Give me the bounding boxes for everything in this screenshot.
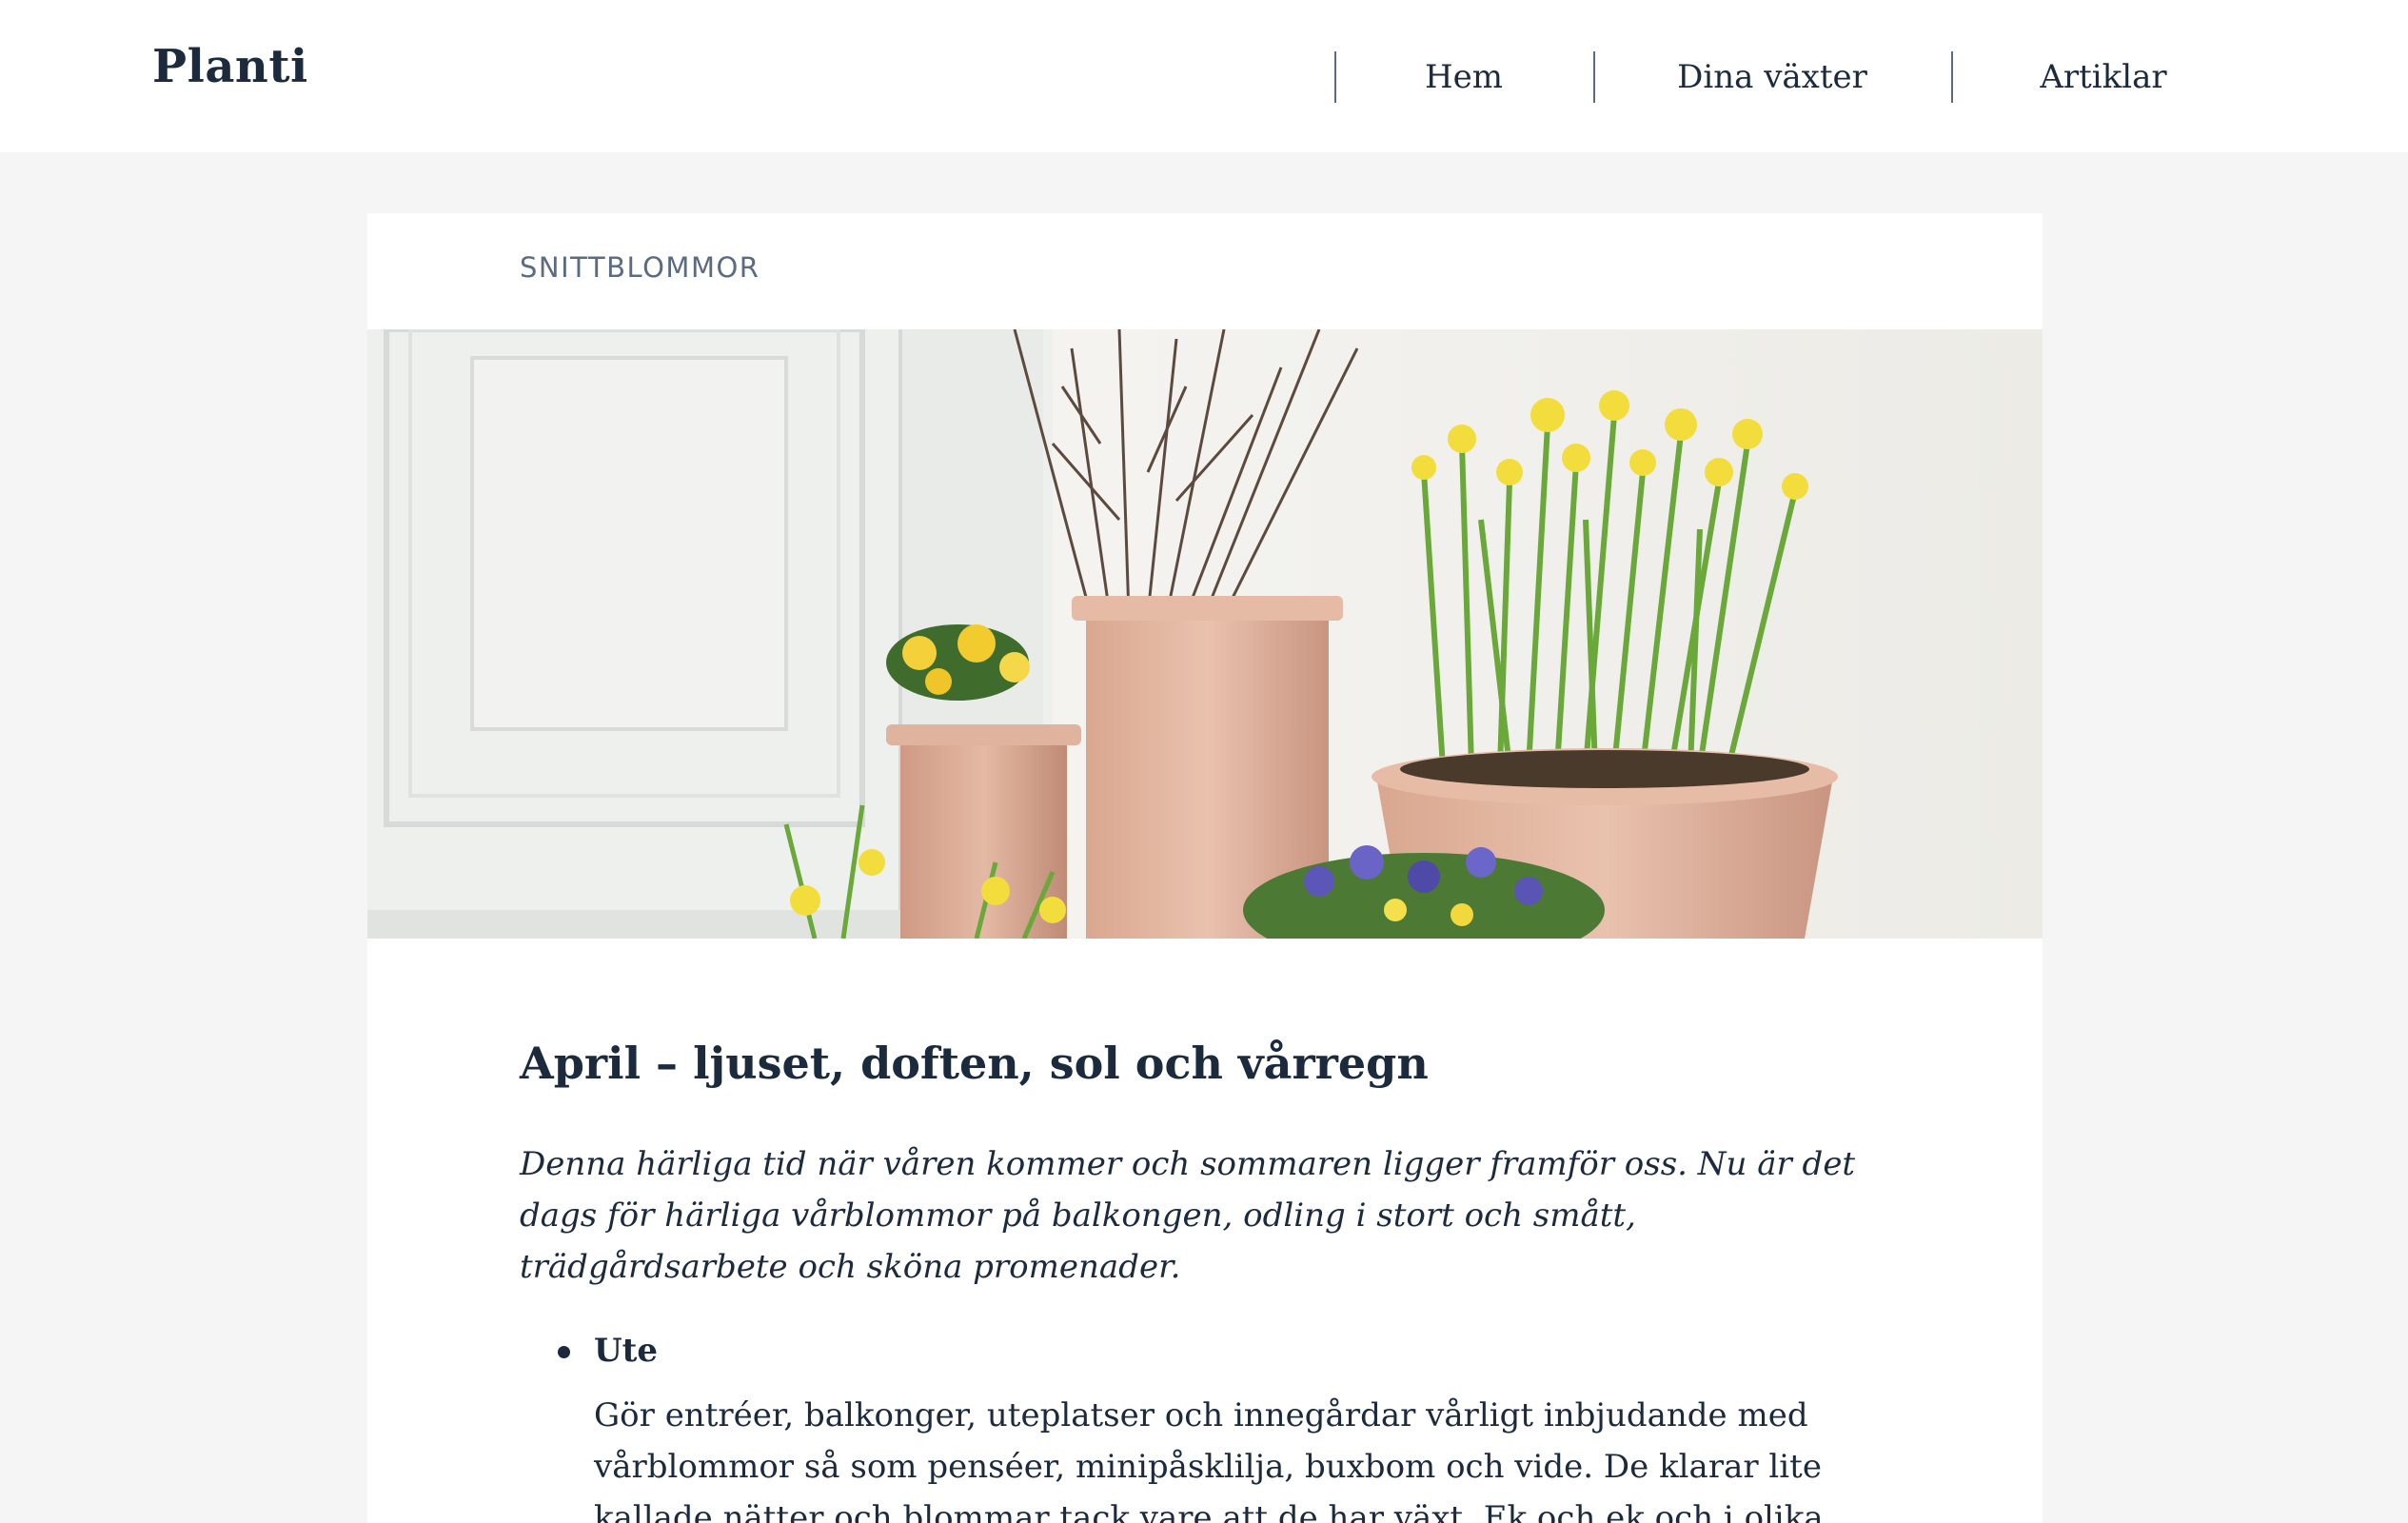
hero-image bbox=[367, 329, 2043, 939]
list-item: Ute Gör entréer, balkonger, uteplatser o… bbox=[520, 1323, 1909, 1523]
article-list: Ute Gör entréer, balkonger, uteplatser o… bbox=[520, 1323, 1909, 1523]
bullet-icon bbox=[558, 1346, 570, 1358]
site-header: Planti Hem Dina växter Artiklar bbox=[0, 0, 2408, 152]
nav-item-hem[interactable]: Hem bbox=[1334, 51, 1593, 103]
nav-item-artiklar[interactable]: Artiklar bbox=[1951, 51, 2256, 103]
article-card: SNITTBLOMMOR April – ljuset, doften, sol… bbox=[367, 213, 2043, 1523]
list-item-title: Ute bbox=[594, 1332, 658, 1370]
main-nav: Hem Dina växter Artiklar bbox=[1334, 51, 2256, 103]
article-ingress: Denna härliga tid när våren kommer och s… bbox=[520, 1145, 1856, 1286]
nav-item-dina-vaxter[interactable]: Dina växter bbox=[1593, 51, 1951, 103]
list-item-body: Gör entréer, balkonger, uteplatser och i… bbox=[594, 1396, 1824, 1523]
site-logo[interactable]: Planti bbox=[152, 40, 308, 93]
article-category[interactable]: SNITTBLOMMOR bbox=[520, 251, 760, 284]
article-title: April – ljuset, doften, sol och vårregn bbox=[520, 1038, 1429, 1089]
